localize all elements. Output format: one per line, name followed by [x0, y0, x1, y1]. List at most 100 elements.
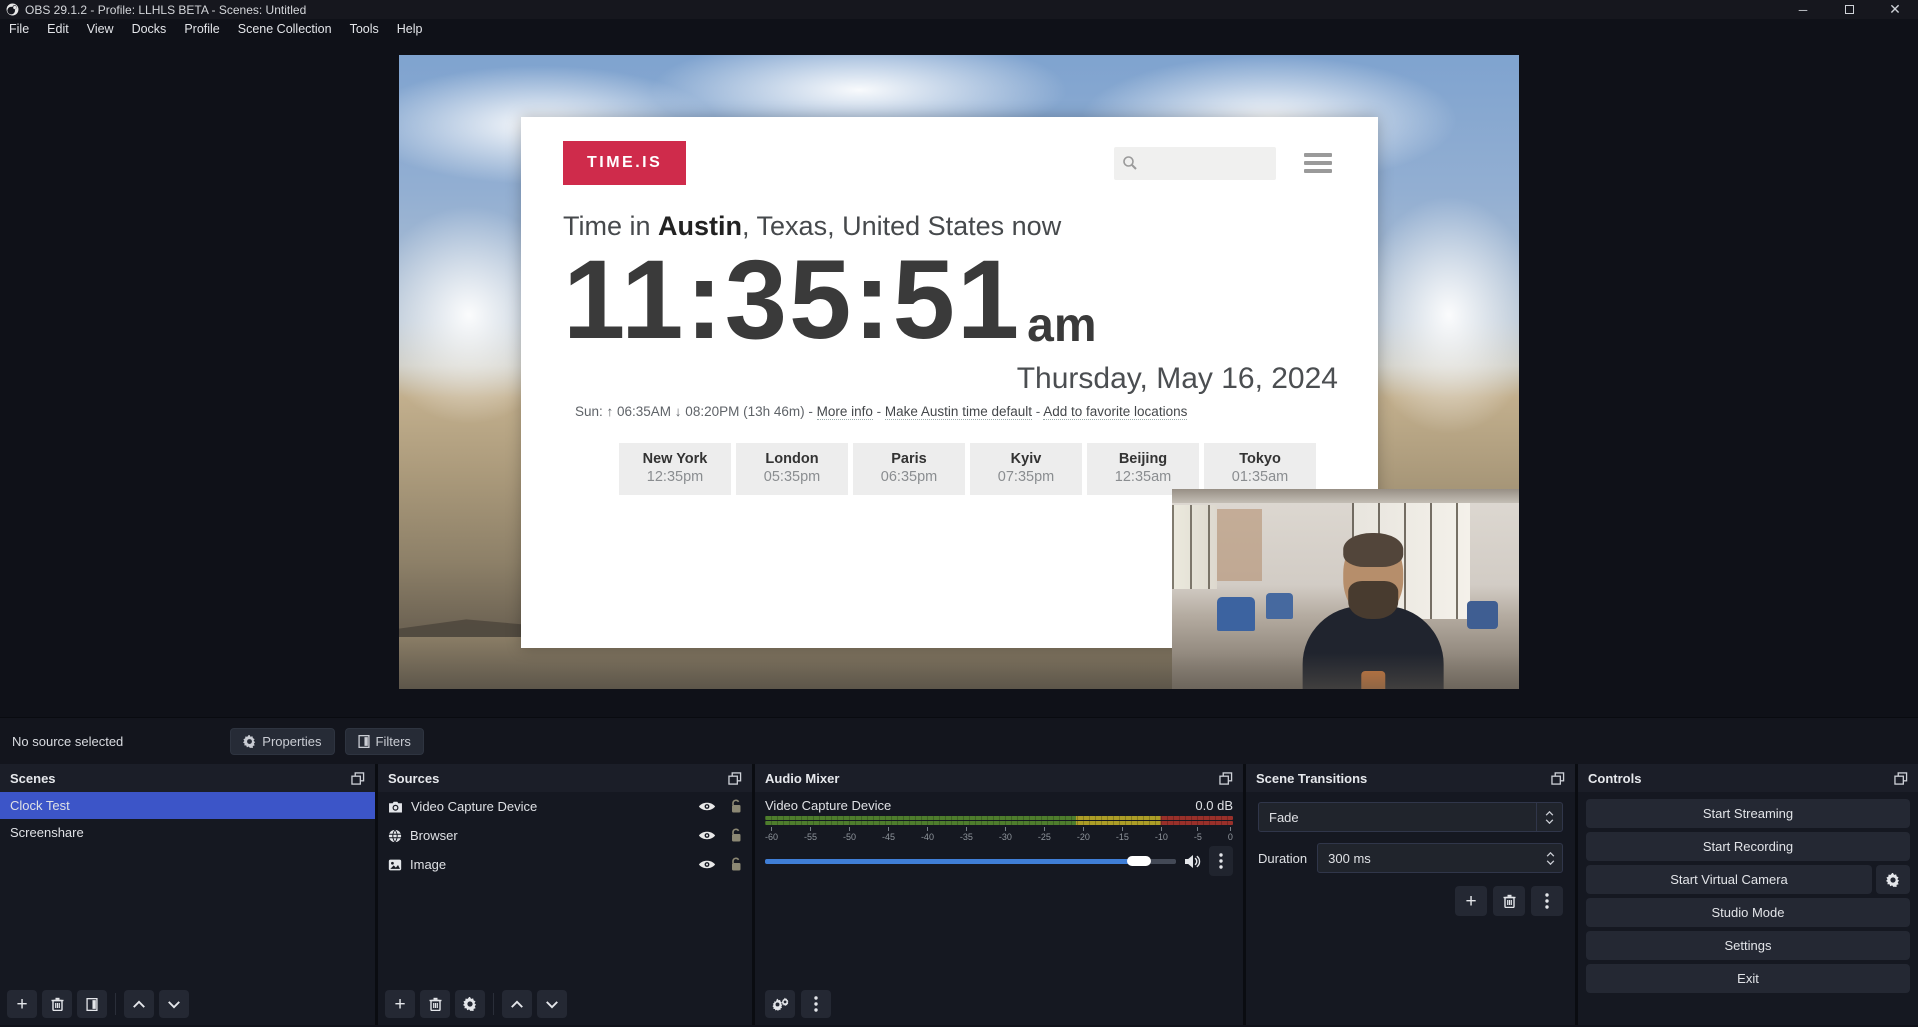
menu-edit[interactable]: Edit: [38, 19, 78, 38]
cloud: [1359, 195, 1519, 435]
meter-scale: -60-55-50-45-40-35-30-25-20-15-10-50: [765, 827, 1233, 842]
mixer-channel-name: Video Capture Device: [765, 798, 891, 813]
maximize-button[interactable]: [1826, 0, 1872, 19]
advanced-audio-button[interactable]: [765, 990, 795, 1018]
remove-source-button[interactable]: [420, 990, 450, 1018]
mixer-db-value: 0.0 dB: [1195, 798, 1233, 813]
unlock-icon[interactable]: [730, 828, 742, 843]
exit-button[interactable]: Exit: [1586, 964, 1910, 993]
city-paris[interactable]: Paris06:35pm: [853, 443, 965, 495]
kebab-icon: [1545, 893, 1549, 909]
clock-time: 11:35:51: [563, 244, 1021, 356]
menu-tools[interactable]: Tools: [341, 19, 388, 38]
remove-scene-button[interactable]: [42, 990, 72, 1018]
chevron-down-icon: [1545, 819, 1554, 824]
move-source-down-button[interactable]: [537, 990, 567, 1018]
add-favorite-link[interactable]: Add to favorite locations: [1043, 404, 1187, 420]
minimize-button[interactable]: ─: [1780, 0, 1826, 19]
window-title: OBS 29.1.2 - Profile: LLHLS BETA - Scene…: [25, 3, 306, 17]
menu-file[interactable]: File: [0, 19, 38, 38]
eye-icon[interactable]: [698, 859, 716, 870]
kebab-icon: [814, 996, 818, 1012]
speaker-icon[interactable]: [1184, 854, 1201, 869]
add-transition-button[interactable]: +: [1455, 886, 1487, 916]
start-virtual-camera-button[interactable]: Start Virtual Camera: [1586, 865, 1872, 894]
move-source-up-button[interactable]: [502, 990, 532, 1018]
menu-help[interactable]: Help: [388, 19, 432, 38]
gear-icon: [243, 735, 256, 748]
source-row-image[interactable]: Image: [378, 850, 752, 879]
chevron-down-icon: [1546, 860, 1555, 865]
transition-menu-button[interactable]: [1531, 886, 1563, 916]
virtual-camera-config-button[interactable]: [1876, 865, 1910, 894]
city-beijing[interactable]: Beijing12:35am: [1087, 443, 1199, 495]
duration-spinbox[interactable]: 300 ms: [1317, 843, 1563, 873]
popout-icon[interactable]: [1219, 772, 1233, 785]
docks-row: Scenes Clock Test Screenshare + Sources …: [0, 764, 1918, 1025]
menu-view[interactable]: View: [78, 19, 123, 38]
add-scene-button[interactable]: +: [7, 990, 37, 1018]
volume-slider[interactable]: [765, 855, 1176, 867]
start-recording-button[interactable]: Start Recording: [1586, 832, 1910, 861]
studio-mode-button[interactable]: Studio Mode: [1586, 898, 1910, 927]
sources-title: Sources: [388, 771, 439, 786]
menu-scene-collection[interactable]: Scene Collection: [229, 19, 341, 38]
popout-icon[interactable]: [1551, 772, 1565, 785]
popout-icon[interactable]: [1894, 772, 1908, 785]
image-icon: [388, 859, 402, 871]
mixer-menu-button[interactable]: [801, 990, 831, 1018]
chevron-up-icon: [1545, 811, 1554, 816]
start-streaming-button[interactable]: Start Streaming: [1586, 799, 1910, 828]
gears-icon: [772, 997, 789, 1011]
make-default-link[interactable]: Make Austin time default: [885, 404, 1032, 420]
source-properties-button[interactable]: [455, 990, 485, 1018]
mixer-channel-menu-button[interactable]: [1209, 846, 1233, 876]
transition-select-arrows[interactable]: [1536, 803, 1562, 831]
eye-icon[interactable]: [698, 830, 716, 841]
scene-transitions-dock: Scene Transitions Fade Duration 300 ms: [1246, 764, 1575, 1025]
city-newyork[interactable]: New York12:35pm: [619, 443, 731, 495]
source-toolbar: No source selected Properties Filters: [0, 717, 1918, 764]
popout-icon[interactable]: [728, 772, 742, 785]
chevron-down-icon: [167, 1000, 181, 1009]
city-tokyo[interactable]: Tokyo01:35am: [1204, 443, 1316, 495]
duration-spin-arrows[interactable]: [1538, 844, 1562, 872]
menu-docks[interactable]: Docks: [123, 19, 176, 38]
move-scene-up-button[interactable]: [124, 990, 154, 1018]
add-source-button[interactable]: +: [385, 990, 415, 1018]
eye-icon[interactable]: [698, 801, 716, 812]
properties-button[interactable]: Properties: [230, 728, 334, 755]
unlock-icon[interactable]: [730, 857, 742, 872]
transition-select[interactable]: Fade: [1258, 802, 1563, 832]
unlock-icon[interactable]: [730, 799, 742, 814]
city-kyiv[interactable]: Kyiv07:35pm: [970, 443, 1082, 495]
scene-item-screenshare[interactable]: Screenshare: [0, 819, 375, 846]
camera-icon: [388, 801, 403, 813]
menu-bar: File Edit View Docks Profile Scene Colle…: [0, 19, 1918, 38]
site-search-input[interactable]: [1114, 147, 1276, 180]
popout-icon[interactable]: [351, 772, 365, 785]
menu-profile[interactable]: Profile: [175, 19, 228, 38]
volume-slider-handle[interactable]: [1127, 856, 1151, 866]
city-london[interactable]: London05:35pm: [736, 443, 848, 495]
scene-transitions-title: Scene Transitions: [1256, 771, 1367, 786]
filters-button[interactable]: Filters: [345, 728, 424, 755]
more-info-link[interactable]: More info: [817, 404, 873, 420]
close-button[interactable]: ✕: [1872, 0, 1918, 19]
settings-button[interactable]: Settings: [1586, 931, 1910, 960]
controls-title: Controls: [1588, 771, 1641, 786]
scene-item-clock-test[interactable]: Clock Test: [0, 792, 375, 819]
move-scene-down-button[interactable]: [159, 990, 189, 1018]
gear-icon: [463, 997, 477, 1011]
chevron-up-icon: [1546, 852, 1555, 857]
source-row-video-capture[interactable]: Video Capture Device: [378, 792, 752, 821]
audio-mixer-title: Audio Mixer: [765, 771, 839, 786]
source-row-browser[interactable]: Browser: [378, 821, 752, 850]
big-clock: 11:35:51 am: [563, 244, 1338, 356]
program-canvas[interactable]: TIME.IS Time in Austin, Texas, United St…: [399, 55, 1519, 689]
scene-filters-button[interactable]: [77, 990, 107, 1018]
sun-info-line: Sun: ↑ 06:35AM ↓ 08:20PM (13h 46m) - Mor…: [563, 404, 1338, 419]
remove-transition-button[interactable]: [1493, 886, 1525, 916]
hamburger-menu-icon[interactable]: [1304, 153, 1332, 173]
timeis-logo: TIME.IS: [563, 141, 686, 185]
